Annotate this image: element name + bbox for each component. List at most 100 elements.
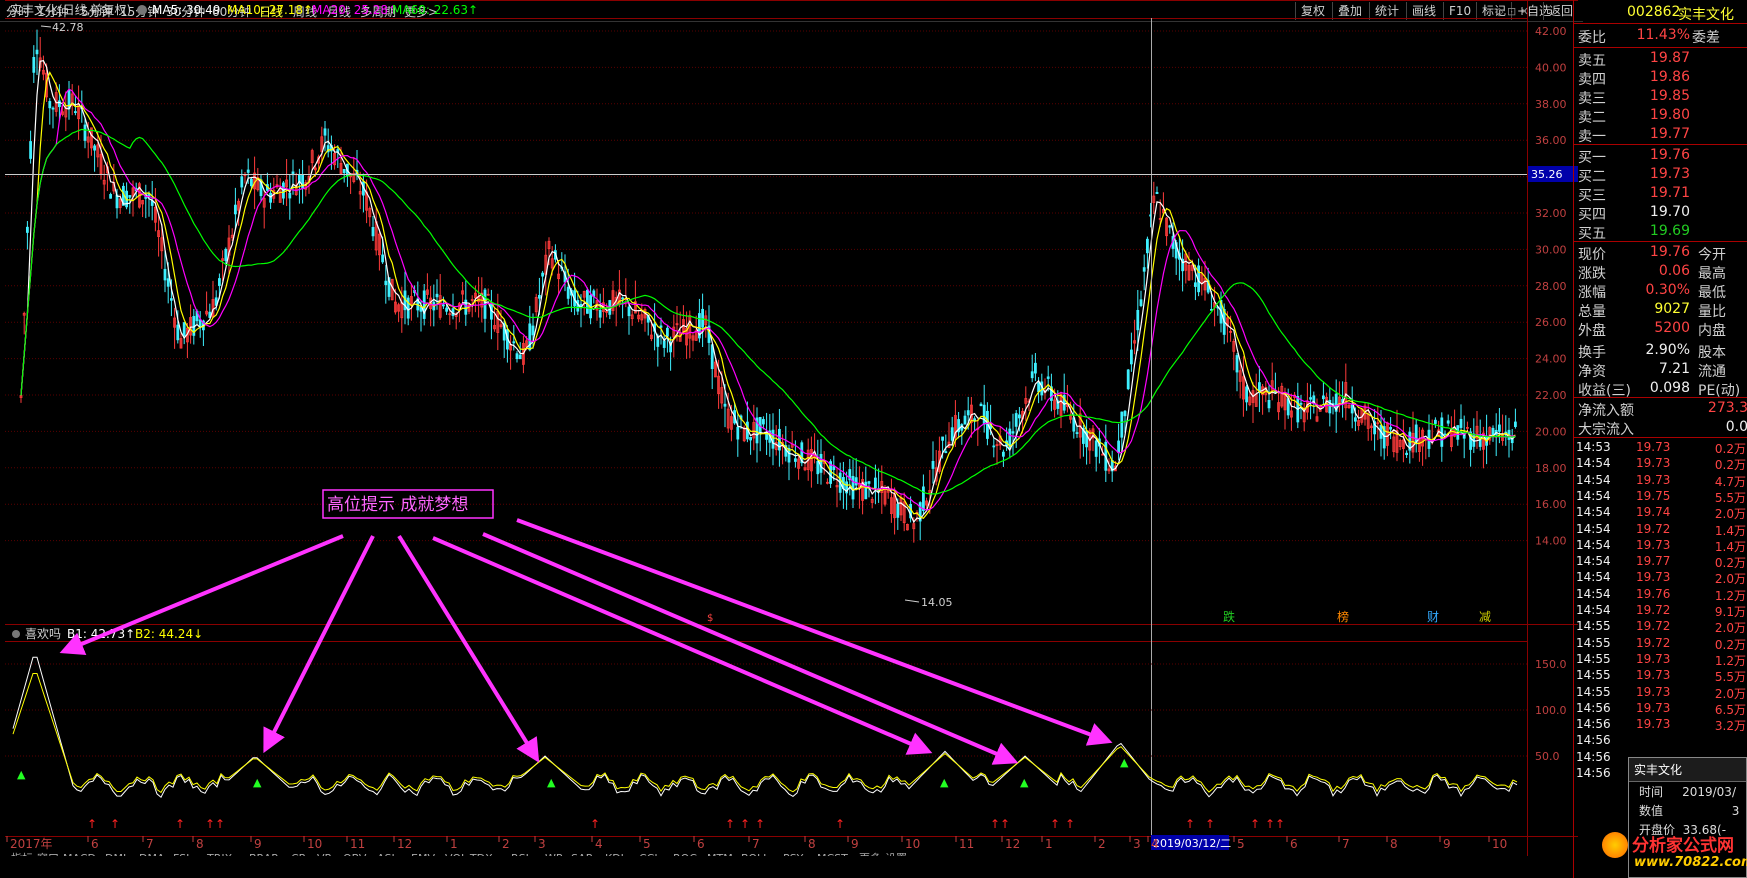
quote-label: 总量 bbox=[1578, 304, 1606, 320]
time-axis-label: 9 bbox=[254, 837, 262, 851]
kline-chart[interactable]: 42.0040.0038.0036.0034.0032.0030.0028.00… bbox=[0, 0, 1583, 856]
ma5-legend: MA5: 30.49 bbox=[152, 3, 220, 17]
buy-signal-icon: ↑ bbox=[1275, 817, 1285, 831]
indicator-tab[interactable]: WR bbox=[545, 852, 564, 856]
annotation-arrow bbox=[397, 534, 540, 763]
indicator-tab[interactable]: FSL bbox=[173, 852, 193, 856]
tick-time: 14:54 bbox=[1576, 456, 1611, 471]
ma10-legend: MA10: 27.18↑ bbox=[227, 3, 313, 17]
candle-body bbox=[109, 194, 112, 199]
tick-row: 14:56 bbox=[1576, 733, 1746, 751]
crosshair-date-label: 2019/03/12/二 bbox=[1153, 837, 1231, 850]
candle-body bbox=[1126, 369, 1130, 390]
candle-body bbox=[598, 310, 602, 318]
event-label[interactable]: 财 bbox=[1427, 610, 1439, 624]
tick-price: 19.73 bbox=[1636, 472, 1671, 487]
candle-body bbox=[1446, 420, 1450, 424]
time-axis-label: 7 bbox=[146, 837, 154, 851]
candle-body bbox=[816, 460, 820, 475]
quote-panel: 002862 实丰文化 委比 11.43% 委差 卖五 19.87 卖四 19.86 卖… bbox=[1573, 0, 1747, 878]
candle-body bbox=[1235, 355, 1239, 373]
candle-body bbox=[749, 436, 752, 441]
indicator-tab[interactable]: 更多 bbox=[859, 851, 881, 856]
tick-row: 14:54 19.72 9.1万 bbox=[1576, 603, 1746, 621]
indicator-tab[interactable]: KDJ bbox=[605, 852, 624, 856]
tick-volume: 2.0万 bbox=[1714, 621, 1746, 636]
candle-body bbox=[1258, 382, 1261, 391]
tick-row: 14:55 19.73 1.2万 bbox=[1576, 652, 1746, 670]
sell-level: 卖一 19.77 bbox=[1576, 126, 1746, 145]
tick-row: 14:54 19.73 0.2万 bbox=[1576, 456, 1746, 474]
tick-volume: 0.2万 bbox=[1714, 442, 1746, 456]
time-axis-label: 10 bbox=[307, 837, 322, 851]
tick-row: 14:55 19.72 0.2万 bbox=[1576, 636, 1746, 654]
quote-label: 外盘 bbox=[1578, 323, 1606, 339]
crosshair: 35.26 2019/03/12/二 bbox=[5, 18, 1578, 850]
event-label[interactable]: 减 bbox=[1479, 610, 1491, 624]
indicator-tab[interactable]: EMV bbox=[411, 852, 435, 856]
indicator-tab[interactable]: OBV bbox=[343, 852, 367, 856]
indicator-grid bbox=[5, 663, 1527, 757]
stat-row: 总量 9027 量比 bbox=[1576, 301, 1746, 320]
quote-label: 卖二 bbox=[1578, 110, 1606, 126]
quote-value: 0.30% bbox=[1645, 282, 1690, 298]
tick-time: 14:54 bbox=[1576, 488, 1611, 503]
indicator-tab[interactable]: PSY bbox=[783, 852, 804, 856]
tick-volume: 4.7万 bbox=[1714, 474, 1746, 489]
price-axis-label: 36.00 bbox=[1535, 134, 1567, 147]
indicator-axis: 150.0 100.0 50.0 bbox=[1535, 658, 1567, 763]
time-axis-label: 5 bbox=[1237, 837, 1245, 851]
stat-row: 净资 7.21 流通 bbox=[1576, 361, 1746, 380]
tick-list[interactable]: 14:53 19.73 0.2万 14:54 19.73 0.2万 14:54 19.73 4.… bbox=[1574, 437, 1747, 780]
tick-time: 14:55 bbox=[1576, 684, 1611, 699]
indicator-tab[interactable]: VOL-TDX bbox=[445, 852, 493, 856]
indicator-tab[interactable]: MTM bbox=[707, 852, 733, 856]
indicator-tab[interactable]: BOLL bbox=[741, 852, 770, 856]
indicator-tab[interactable]: MCST bbox=[817, 852, 848, 856]
indicator-tab[interactable]: DMA bbox=[139, 852, 165, 856]
quote-label: 今开 bbox=[1698, 247, 1726, 263]
indicator-tab[interactable]: 设置 bbox=[885, 852, 907, 856]
quote-value: 0.0 bbox=[1725, 419, 1747, 435]
settings-icon[interactable] bbox=[137, 5, 147, 15]
quote-label: 买五 bbox=[1578, 226, 1606, 242]
indicator-tab[interactable]: BRAR bbox=[249, 852, 279, 856]
popup-row: 时间 2019/03/ bbox=[1639, 785, 1736, 799]
window-controls-icon[interactable]: ◇ ⊡ ✕ bbox=[1495, 5, 1529, 18]
indicator-tab[interactable]: CR bbox=[291, 852, 307, 856]
indicator-tab[interactable]: RSI bbox=[511, 852, 529, 856]
flow-stats: 净流入额 273.3 大宗流入 0.0 bbox=[1574, 397, 1747, 438]
candle-body bbox=[1267, 399, 1271, 409]
buy-level: 买五 19.69 bbox=[1576, 223, 1746, 242]
time-axis-label: 7 bbox=[752, 837, 760, 851]
settings-icon[interactable] bbox=[12, 630, 20, 638]
quote-label: 卖三 bbox=[1578, 91, 1606, 107]
indicator-tab[interactable]: SAR bbox=[571, 852, 594, 856]
candle-body bbox=[1405, 452, 1408, 456]
indicator-tab[interactable]: 窗口 bbox=[37, 851, 59, 856]
indicator-tab[interactable]: CCI bbox=[639, 852, 658, 856]
indicator-tab[interactable]: 指标 bbox=[11, 851, 33, 856]
quote-value: 19.76 bbox=[1649, 147, 1690, 163]
event-label[interactable]: 跌 bbox=[1223, 609, 1235, 624]
price-axis-label: 30.00 bbox=[1535, 243, 1567, 256]
dividend-icon[interactable]: $ bbox=[707, 613, 713, 624]
indicator-tab[interactable]: MACD bbox=[63, 852, 96, 856]
candle-body bbox=[518, 354, 522, 360]
candle-body bbox=[1299, 402, 1303, 405]
candle-body bbox=[896, 503, 900, 518]
quote-label: 买四 bbox=[1578, 207, 1606, 223]
tick-volume: 9.1万 bbox=[1714, 605, 1746, 619]
tick-time: 14:55 bbox=[1576, 619, 1611, 634]
candle-body bbox=[854, 477, 858, 486]
indicator-tab[interactable]: ASI bbox=[377, 852, 395, 856]
indicator-tab[interactable]: ROC bbox=[673, 852, 697, 856]
quote-value: 19.87 bbox=[1649, 50, 1690, 66]
candle-body bbox=[1030, 371, 1034, 379]
tick-time: 14:54 bbox=[1576, 472, 1611, 487]
indicator-tab[interactable]: TRIX bbox=[206, 852, 233, 856]
indicator-tab[interactable]: VR bbox=[317, 852, 333, 856]
indicator-tab[interactable]: DMI bbox=[105, 852, 126, 856]
candle-body bbox=[1117, 440, 1120, 454]
event-label[interactable]: 榜 bbox=[1337, 609, 1349, 624]
